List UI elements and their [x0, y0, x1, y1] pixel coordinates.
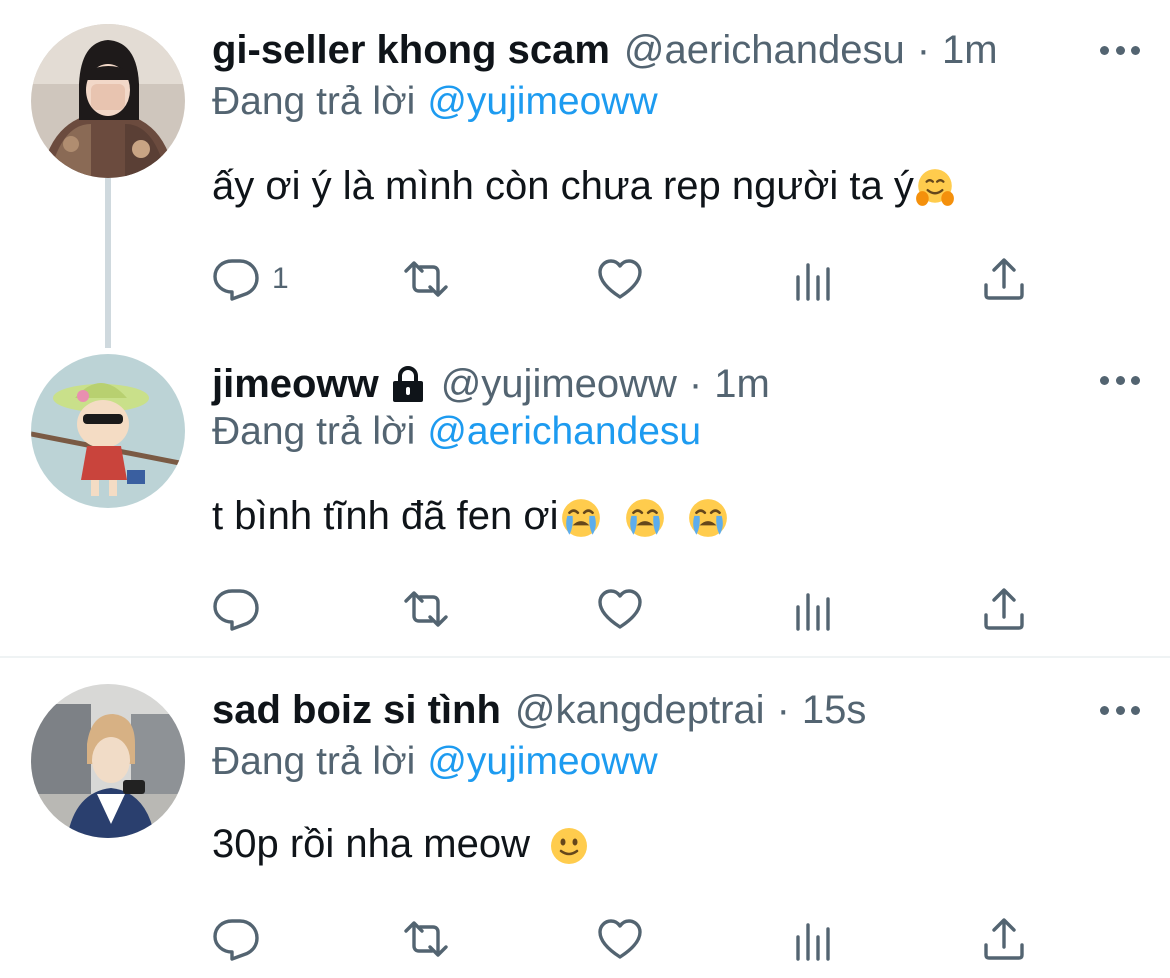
replying-to: Đang trả lời @aerichandesu: [212, 410, 701, 454]
tweet-text-body: t bình tĩnh đã fen ơi: [212, 494, 559, 538]
analytics-button[interactable]: [790, 914, 838, 964]
more-icon[interactable]: [1100, 373, 1140, 387]
share-icon: [980, 585, 1028, 633]
more-icon[interactable]: [1100, 703, 1140, 717]
replying-to-label: Đang trả lời: [212, 410, 416, 453]
tweet-actions: 1: [212, 254, 1042, 304]
tweet[interactable]: gi-seller khong scam @aerichandesu · 1m …: [0, 0, 1170, 348]
mention-link[interactable]: @yujimeoww: [427, 80, 657, 123]
share-button[interactable]: [980, 254, 1028, 304]
reply-count: 1: [272, 262, 289, 295]
mention-link[interactable]: @aerichandesu: [427, 410, 701, 453]
mention-link[interactable]: @yujimeoww: [427, 740, 657, 783]
like-button[interactable]: [596, 914, 644, 964]
lock-icon: [392, 366, 423, 402]
like-icon: [596, 585, 644, 633]
avatar[interactable]: [31, 354, 185, 508]
analytics-icon: [790, 915, 838, 963]
like-icon: [596, 915, 644, 963]
tweet-text: ấy ơi ý là mình còn chưa rep người ta ý: [212, 164, 956, 209]
analytics-icon: [790, 255, 838, 303]
like-button[interactable]: [596, 254, 644, 304]
avatar[interactable]: [31, 684, 185, 838]
display-name[interactable]: gi-seller khong scam: [212, 28, 610, 73]
tweet-header: jimeoww @yujimeoww · 1m: [212, 356, 770, 412]
replying-to-label: Đang trả lời: [212, 740, 416, 783]
retweet-button[interactable]: [402, 584, 450, 634]
tweet-actions: [212, 584, 1042, 634]
reply-icon: [212, 255, 260, 303]
tweet-actions: [212, 914, 1042, 964]
like-button[interactable]: [596, 584, 644, 634]
reply-icon: [212, 585, 260, 633]
retweet-icon: [402, 255, 450, 303]
loudly-crying-face-emoji-icon: [560, 497, 602, 539]
timestamp[interactable]: 1m: [942, 28, 998, 73]
reply-button[interactable]: [212, 914, 260, 964]
share-icon: [980, 915, 1028, 963]
more-icon[interactable]: [1100, 43, 1140, 57]
replying-to: Đang trả lời @yujimeoww: [212, 740, 658, 784]
retweet-icon: [402, 915, 450, 963]
display-name[interactable]: sad boiz si tình: [212, 688, 501, 733]
user-handle[interactable]: @aerichandesu: [624, 28, 905, 73]
like-icon: [596, 255, 644, 303]
tweet[interactable]: jimeoww @yujimeoww · 1m Đang trả lời @aer…: [0, 340, 1170, 656]
timestamp[interactable]: 1m: [714, 362, 770, 407]
replying-to-label: Đang trả lời: [212, 80, 416, 123]
loudly-crying-face-emoji-icon: [624, 497, 666, 539]
reply-icon: [212, 915, 260, 963]
tweet-text-body: ấy ơi ý là mình còn chưa rep người ta ý: [212, 164, 914, 208]
separator-dot: ·: [688, 361, 703, 406]
retweet-button[interactable]: [402, 254, 450, 304]
tweet-text: 30p rồi nha meow: [212, 822, 589, 867]
reply-button[interactable]: [212, 584, 260, 634]
tweet-header: gi-seller khong scam @aerichandesu · 1m: [212, 22, 998, 78]
share-button[interactable]: [980, 914, 1028, 964]
slightly-smiling-face-emoji-icon: [549, 826, 589, 866]
user-handle[interactable]: @kangdeptrai: [515, 688, 765, 733]
analytics-button[interactable]: [790, 254, 838, 304]
separator-dot: ·: [916, 27, 931, 72]
replying-to: Đang trả lời @yujimeoww: [212, 80, 658, 124]
avatar[interactable]: [31, 24, 185, 178]
reply-button[interactable]: 1: [212, 254, 289, 304]
share-button[interactable]: [980, 584, 1028, 634]
analytics-button[interactable]: [790, 584, 838, 634]
separator-dot: ·: [776, 687, 790, 732]
user-handle[interactable]: @yujimeoww: [441, 362, 677, 407]
retweet-button[interactable]: [402, 914, 450, 964]
thread-line: [105, 178, 111, 348]
loudly-crying-face-emoji-icon: [687, 497, 729, 539]
tweet-text: t bình tĩnh đã fen ơi: [212, 494, 729, 539]
analytics-icon: [790, 585, 838, 633]
display-name[interactable]: jimeoww: [212, 362, 379, 407]
hugging-face-emoji-icon: [914, 167, 956, 209]
tweet-text-body: 30p rồi nha meow: [212, 822, 530, 866]
retweet-icon: [402, 585, 450, 633]
tweet-header: sad boiz si tình @kangdeptrai · 15s: [212, 682, 866, 738]
tweet[interactable]: sad boiz si tình @kangdeptrai · 15s Đang…: [0, 658, 1170, 978]
timestamp[interactable]: 15s: [802, 688, 867, 733]
share-icon: [980, 255, 1028, 303]
